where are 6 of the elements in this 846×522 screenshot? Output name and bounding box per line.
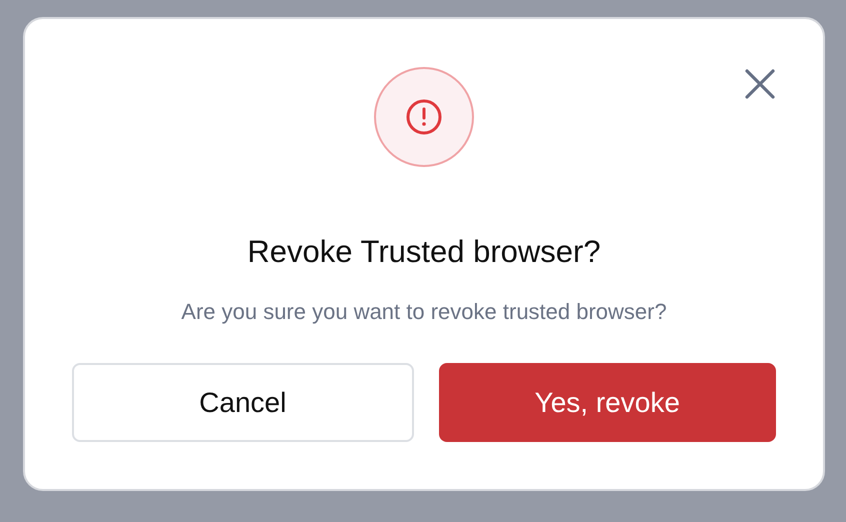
close-button[interactable] [745,69,775,99]
cancel-button[interactable]: Cancel [72,363,414,442]
dialog-message: Are you sure you want to revoke trusted browser? [181,298,667,326]
dialog-title: Revoke Trusted browser? [247,233,601,271]
close-icon [745,69,775,99]
confirm-button[interactable]: Yes, revoke [438,363,776,442]
